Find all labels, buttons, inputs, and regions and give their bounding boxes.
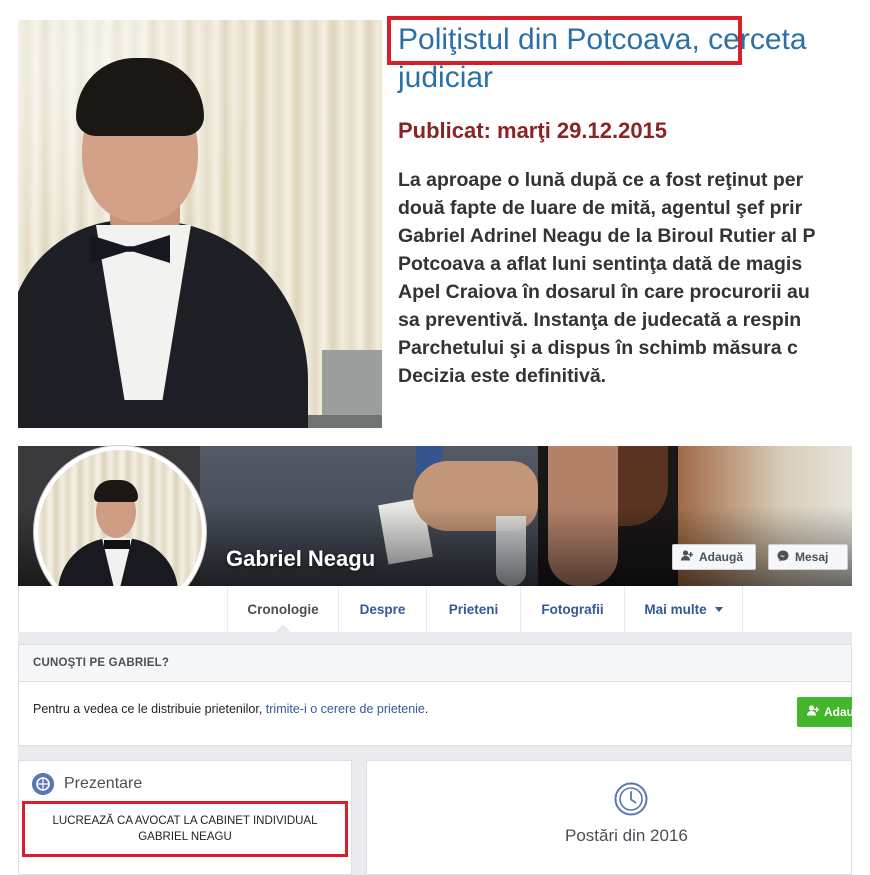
posts-card (366, 760, 852, 875)
profile-name[interactable]: Gabriel Neagu (226, 546, 375, 572)
tab-about[interactable]: Despre (339, 586, 427, 632)
intro-title: Prezentare (64, 775, 143, 792)
tab-timeline[interactable]: Cronologie (227, 586, 339, 633)
article-body-line: La aproape o lună după ce a fost reţinut… (398, 169, 804, 191)
friend-request-link[interactable]: trimite-i o cerere de prietenie (266, 702, 425, 716)
article-body-line: sa preventivă. Instanţa de judecată a re… (398, 309, 802, 331)
know-person-title: CUNOŞTI PE GABRIEL? (33, 657, 170, 669)
tab-about-label: Despre (359, 601, 406, 617)
know-person-text: Pentru a vedea ce le distribuie prieteni… (33, 702, 428, 716)
messenger-icon (777, 550, 789, 565)
title-highlight-box (387, 16, 742, 65)
work-info-line[interactable]: LUCREAZĂ CA AVOCAT LA CABINET INDIVIDUAL (52, 813, 317, 829)
right-margin (852, 590, 870, 875)
know-person-period: . (424, 702, 429, 716)
article-title-continued[interactable]: judiciar (398, 60, 493, 96)
tab-friends[interactable]: Prieteni (427, 586, 521, 632)
add-friend-icon (681, 550, 694, 564)
tab-photos[interactable]: Fotografii (521, 586, 625, 632)
article-published-date: Publicat: marţi 29.12.2015 (398, 118, 668, 143)
tab-photos-label: Fotografii (541, 601, 604, 617)
profile-nav-bar: Cronologie Despre Prieteni Fotografii Ma… (18, 586, 853, 633)
clock-icon (614, 782, 648, 816)
article-body-line: Decizia este definitivă. (398, 365, 607, 387)
message-button[interactable]: Mesaj (768, 544, 848, 570)
article-body-line: Apel Craiova în dosarul în care procuror… (398, 281, 810, 303)
chevron-down-icon (714, 606, 723, 612)
article-body-line: Gabriel Adrinel Neagu de la Biroul Rutie… (398, 225, 816, 247)
work-info-highlight: LUCREAZĂ CA AVOCAT LA CABINET INDIVIDUAL… (22, 801, 348, 857)
tab-more[interactable]: Mai multe (625, 586, 743, 632)
add-friend-button-secondary[interactable]: Adaugă (797, 697, 857, 727)
work-info-line[interactable]: GABRIEL NEAGU (138, 829, 232, 845)
posts-year-label[interactable]: Postări din 2016 (565, 826, 688, 846)
article-photo (18, 20, 382, 428)
add-friend-label: Adaugă (699, 550, 744, 564)
know-person-message: Pentru a vedea ce le distribuie prieteni… (33, 702, 266, 716)
tab-more-label: Mai multe (644, 601, 707, 617)
add-friend-icon (807, 705, 820, 719)
article-body-line: Potcoava a aflat luni sentinţa dată de m… (398, 253, 803, 275)
article-body-line: două fapte de luare de mită, agentul şef… (398, 197, 803, 219)
article-body-line: Parchetului şi a dispus în schimb măsura… (398, 337, 798, 359)
add-friend-button[interactable]: Adaugă (672, 544, 756, 570)
globe-icon (32, 773, 54, 795)
tab-friends-label: Prieteni (448, 601, 499, 617)
message-label: Mesaj (795, 550, 829, 564)
tab-timeline-label: Cronologie (247, 601, 319, 617)
